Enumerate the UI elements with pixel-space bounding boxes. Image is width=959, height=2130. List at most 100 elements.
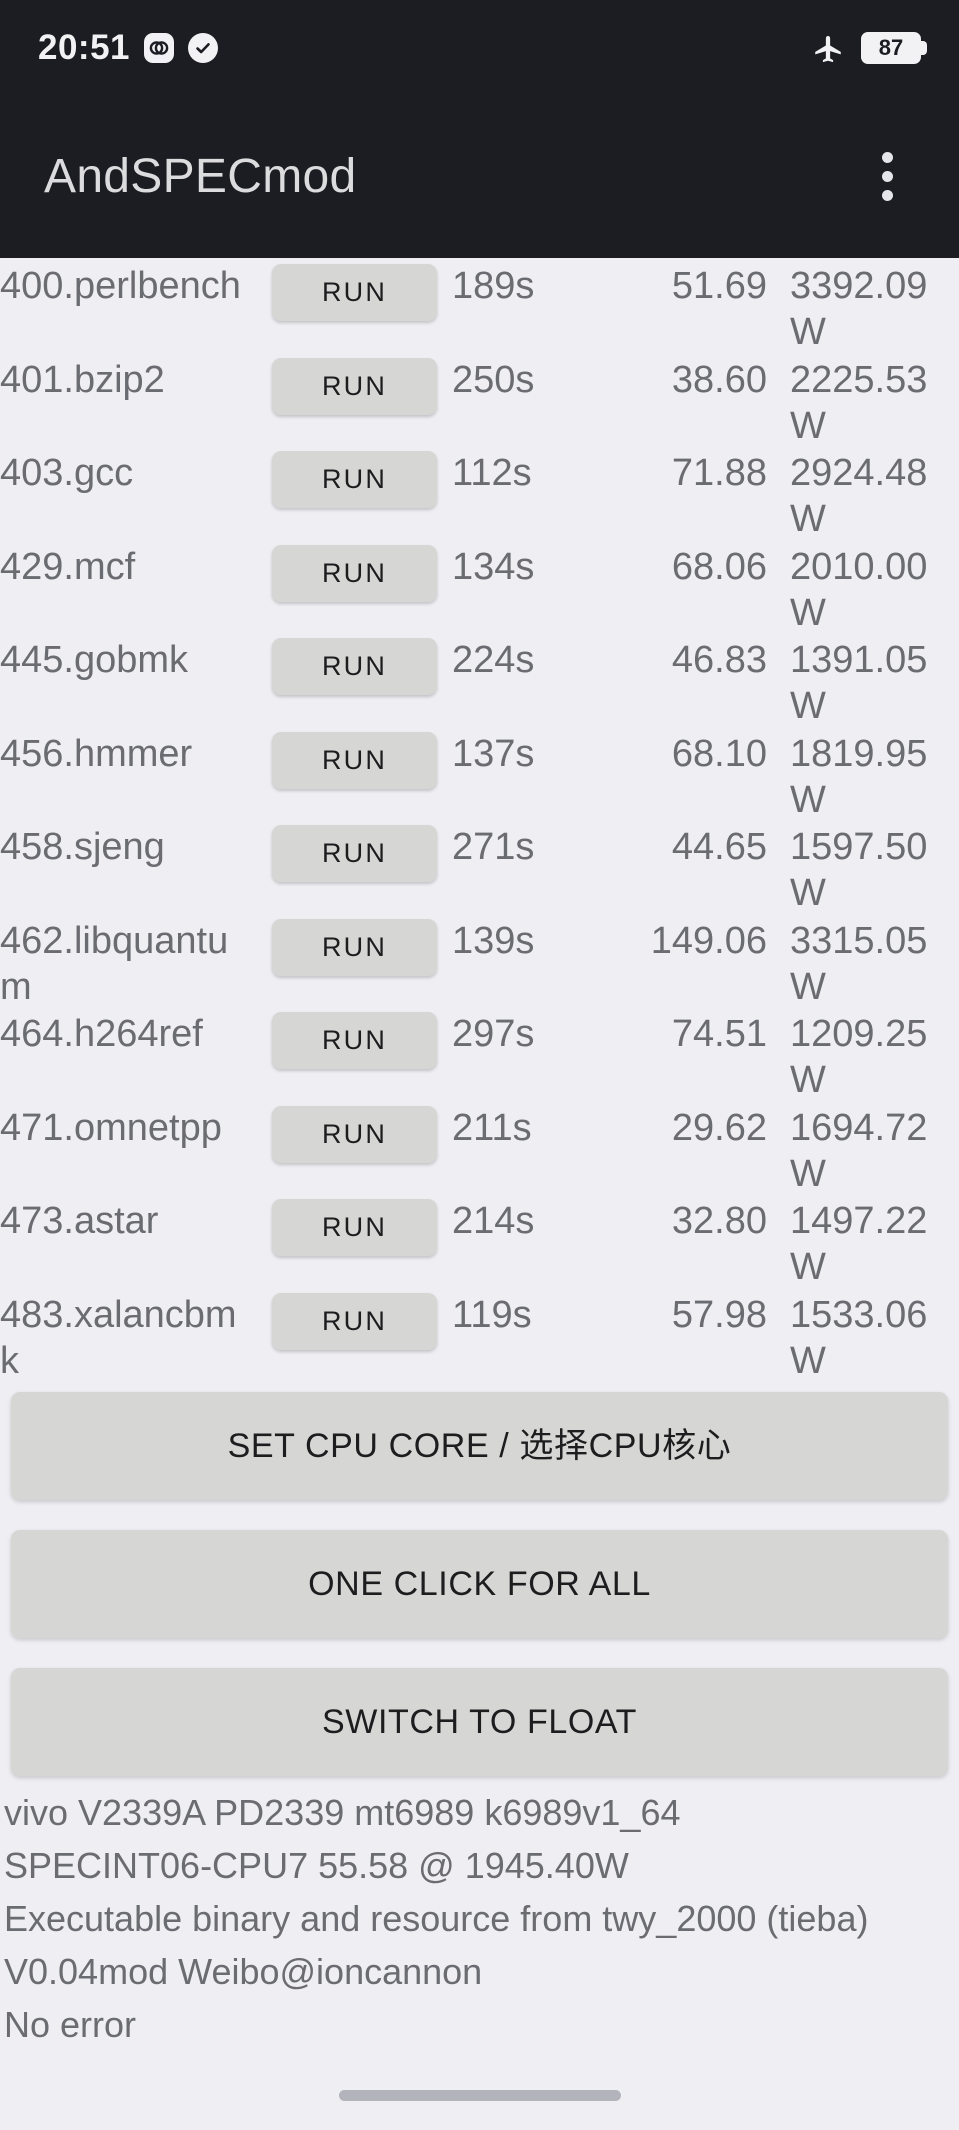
benchmark-score: 38.60 <box>671 358 767 401</box>
benchmark-score: 71.88 <box>671 452 767 494</box>
action-button-group: SET CPU CORE / 选择CPU核心 ONE CLICK FOR ALL S… <box>0 1392 959 1806</box>
gesture-pill[interactable] <box>338 2090 621 2101</box>
more-dot <box>881 152 893 163</box>
table-row: 400.perlbench RUN 189s 51.69 3392.09 W <box>0 258 959 353</box>
benchmark-time: 134s <box>452 545 535 588</box>
benchmark-name: 483.xalancbmk <box>0 1293 237 1382</box>
run-button-label: RUN <box>321 1025 388 1055</box>
table-row: 462.libquantum RUN 139s 149.06 3315.05 W <box>0 902 959 1008</box>
page-title: AndSPECmod <box>44 149 357 203</box>
benchmark-score: 68.06 <box>671 545 767 588</box>
benchmark-name: 464.h264ref <box>0 1013 203 1055</box>
action-button[interactable]: SET CPU CORE / 选择CPU核心 <box>11 1392 948 1500</box>
run-button[interactable]: RUN <box>272 1105 437 1163</box>
battery-icon: 87 <box>861 31 927 64</box>
info-line-status: No error <box>4 2004 137 2045</box>
device-info-block: vivo V2339A PD2339 mt6989 k6989v1_64 SPE… <box>4 1786 955 2051</box>
benchmark-time: 250s <box>452 358 535 401</box>
benchmark-list[interactable]: 400.perlbench RUN 189s 51.69 3392.09 W 401.bz… <box>0 258 959 1392</box>
benchmark-time: 297s <box>452 1013 535 1055</box>
run-button[interactable]: RUN <box>272 825 437 882</box>
table-row: 464.h264ref RUN 297s 74.51 1209.25 W <box>0 995 959 1101</box>
run-button-label: RUN <box>321 838 388 868</box>
benchmark-name: 473.astar <box>0 1200 159 1242</box>
battery-level: 87 <box>878 34 904 60</box>
check-circle-icon <box>188 32 219 63</box>
info-line-result: SPECINT06-CPU7 55.58 @ 1945.40W <box>4 1845 629 1886</box>
benchmark-time: 214s <box>452 1200 535 1242</box>
info-line-credit: Executable binary and resource from twy_… <box>4 1898 869 1939</box>
run-button[interactable]: RUN <box>272 264 437 321</box>
benchmark-score: 32.80 <box>671 1200 767 1242</box>
benchmark-score: 51.69 <box>671 265 767 307</box>
table-row: 458.sjeng RUN 271s 44.65 1597.50 W <box>0 808 959 914</box>
benchmark-name: 445.gobmk <box>0 639 189 681</box>
run-button-label: RUN <box>321 370 388 401</box>
status-bar-right: 87 <box>811 31 927 65</box>
benchmark-name: 403.gcc <box>0 452 134 494</box>
run-button-label: RUN <box>321 557 388 588</box>
info-line-device: vivo V2339A PD2339 mt6989 k6989v1_64 <box>4 1792 681 1833</box>
run-button-label: RUN <box>321 277 388 307</box>
status-bar: 20:51 87 <box>0 0 959 95</box>
table-row: 471.omnetpp RUN 211s 29.62 1694.72 W <box>0 1089 959 1195</box>
benchmark-score: 29.62 <box>671 1106 767 1149</box>
more-dot <box>881 190 893 201</box>
benchmark-time: 112s <box>452 452 532 494</box>
benchmark-name: 401.bzip2 <box>0 358 165 401</box>
run-button-label: RUN <box>321 1118 388 1149</box>
benchmark-time: 137s <box>452 732 535 775</box>
more-vertical-icon[interactable] <box>859 137 915 217</box>
benchmark-power: 1533.06 W <box>790 1293 928 1382</box>
benchmark-time: 119s <box>452 1293 532 1336</box>
benchmark-time: 224s <box>452 639 535 681</box>
benchmark-time: 271s <box>452 826 535 868</box>
table-row: 445.gobmk RUN 224s 46.83 1391.05 W <box>0 621 959 727</box>
airplane-mode-icon <box>815 35 841 62</box>
benchmark-score: 68.10 <box>671 732 767 775</box>
gesture-navigation-bar[interactable] <box>0 2070 959 2130</box>
benchmark-time: 211s <box>452 1106 532 1149</box>
run-button[interactable]: RUN <box>272 1292 437 1350</box>
app-dual-circle-icon <box>144 32 175 63</box>
run-button-label: RUN <box>321 1305 388 1336</box>
more-dot <box>881 171 893 182</box>
action-button-label: SET CPU CORE / 选择CPU核心 <box>227 1427 732 1465</box>
run-button[interactable]: RUN <box>272 1012 437 1069</box>
benchmark-score: 44.65 <box>671 826 767 868</box>
app-bar: AndSPECmod <box>0 95 959 258</box>
run-button[interactable]: RUN <box>272 544 437 602</box>
run-button-label: RUN <box>321 931 388 962</box>
table-row: 401.bzip2 RUN 250s 38.60 2225.53 W <box>0 341 959 447</box>
run-button[interactable]: RUN <box>272 357 437 415</box>
action-button-label: SWITCH TO FLOAT <box>321 1703 638 1741</box>
benchmark-name: 471.omnetpp <box>0 1106 222 1149</box>
run-button-label: RUN <box>321 464 388 494</box>
run-button[interactable]: RUN <box>272 731 437 789</box>
phone-screen: 20:51 87 AndSPECmod 400.perlbench RUN 18… <box>0 0 959 2130</box>
benchmark-name: 458.sjeng <box>0 826 165 868</box>
action-button-label: ONE CLICK FOR ALL <box>308 1565 651 1603</box>
action-button[interactable]: ONE CLICK FOR ALL <box>11 1530 948 1638</box>
info-line-version: V0.04mod Weibo@ioncannon <box>4 1951 483 1992</box>
run-button[interactable]: RUN <box>272 638 437 695</box>
benchmark-name: 456.hmmer <box>0 732 193 775</box>
action-button[interactable]: SWITCH TO FLOAT <box>11 1668 948 1776</box>
status-clock: 20:51 <box>38 28 131 67</box>
run-button-label: RUN <box>321 744 388 775</box>
table-row: 403.gcc RUN 112s 71.88 2924.48 W <box>0 434 959 540</box>
status-bar-left: 20:51 <box>38 28 219 67</box>
table-row: 483.xalancbmk RUN 119s 57.98 1533.06 W <box>0 1276 959 1382</box>
table-row: 473.astar RUN 214s 32.80 1497.22 W <box>0 1182 959 1288</box>
run-button[interactable]: RUN <box>272 451 437 508</box>
run-button-label: RUN <box>321 1212 388 1242</box>
run-button-label: RUN <box>321 651 388 681</box>
table-row: 429.mcf RUN 134s 68.06 2010.00 W <box>0 528 959 634</box>
benchmark-list-inner: 400.perlbench RUN 189s 51.69 3392.09 W 401.bz… <box>0 258 959 1382</box>
run-button[interactable]: RUN <box>272 1199 437 1256</box>
benchmark-score: 46.83 <box>671 639 767 681</box>
benchmark-name: 400.perlbench <box>0 265 241 307</box>
benchmark-time: 139s <box>452 919 535 962</box>
benchmark-time: 189s <box>452 265 535 307</box>
run-button[interactable]: RUN <box>272 918 437 976</box>
